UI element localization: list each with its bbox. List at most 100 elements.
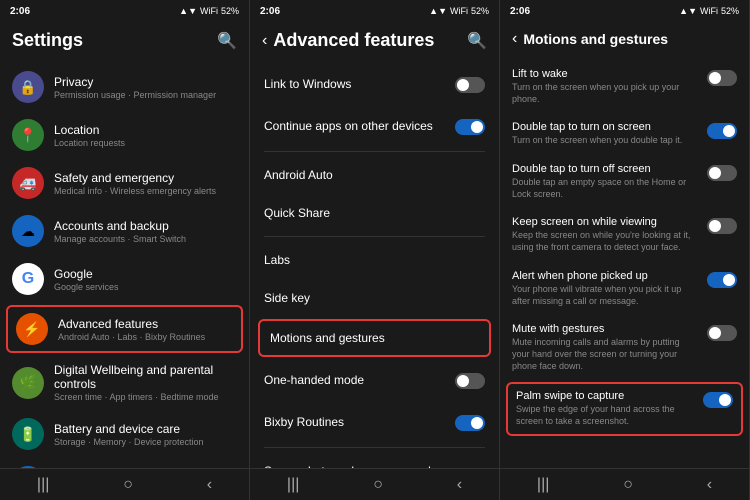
adv-item-side-key[interactable]: Side key [250,279,499,317]
accounts-icon: ☁ [12,215,44,247]
double-tap-on-toggle[interactable] [707,123,737,139]
adv-item-continue-apps[interactable]: Continue apps on other devices [250,105,499,147]
safety-subtitle: Medical info · Wireless emergency alerts [54,186,237,196]
advanced-list: Link to Windows Continue apps on other d… [250,59,499,468]
adv-item-one-handed[interactable]: One-handed mode [250,359,499,401]
double-tap-on-title: Double tap to turn on screen [512,121,699,133]
settings-panel: 2:06 ▲▼ WiFi 52% Settings 🔍 🔒 Privacy Pe… [0,0,250,500]
wifi-icon-3: WiFi [700,6,718,16]
keep-screen-toggle[interactable] [707,218,737,234]
alert-pickup-toggle[interactable] [707,272,737,288]
gesture-double-tap-off[interactable]: Double tap to turn off screen Double tap… [500,155,749,208]
privacy-title: Privacy [54,75,237,89]
settings-item-google[interactable]: G Google Google services [0,255,249,303]
nav-recent-3[interactable]: ||| [537,476,549,494]
settings-item-privacy[interactable]: 🔒 Privacy Permission usage · Permission … [0,63,249,111]
settings-top-bar: Settings 🔍 [0,22,249,59]
battery-subtitle: Storage · Memory · Device protection [54,437,237,447]
gesture-double-tap-on[interactable]: Double tap to turn on screen Turn on the… [500,113,749,155]
palm-swipe-desc: Swipe the edge of your hand across the s… [516,404,695,427]
nav-bar-3: ||| ○ ‹ [500,468,749,500]
alert-pickup-title: Alert when phone picked up [512,270,699,282]
nav-recent-2[interactable]: ||| [287,476,299,494]
nav-bar-1: ||| ○ ‹ [0,468,249,500]
keep-screen-title: Keep screen on while viewing [512,216,699,228]
nav-recent-1[interactable]: ||| [37,476,49,494]
back-button-2[interactable]: ‹ [262,32,267,50]
advanced-title-header: Advanced features [273,30,434,51]
android-auto-label: Android Auto [264,168,333,182]
wellbeing-title: Digital Wellbeing and parental controls [54,363,237,391]
location-icon: 📍 [12,119,44,151]
nav-home-1[interactable]: ○ [123,476,133,494]
link-windows-toggle[interactable] [455,77,485,93]
double-tap-on-desc: Turn on the screen when you double tap i… [512,135,699,147]
double-tap-off-title: Double tap to turn off screen [512,163,699,175]
search-icon-2[interactable]: 🔍 [467,31,487,51]
adv-item-link-windows[interactable]: Link to Windows [250,63,499,105]
bixby-toggle[interactable] [455,415,485,431]
privacy-subtitle: Permission usage · Permission manager [54,90,237,100]
time-2: 2:06 [260,6,280,17]
battery-text: Battery and device care Storage · Memory… [54,422,237,447]
safety-icon: 🚑 [12,167,44,199]
google-subtitle: Google services [54,282,237,292]
settings-item-safety[interactable]: 🚑 Safety and emergency Medical info · Wi… [0,159,249,207]
bixby-label: Bixby Routines [264,415,344,429]
continue-apps-label: Continue apps on other devices [264,119,433,133]
adv-item-screenshots[interactable]: Screenshots and screen recorder [250,452,499,468]
palm-swipe-title: Palm swipe to capture [516,390,695,402]
lift-wake-desc: Turn on the screen when you pick up your… [512,82,699,105]
search-icon[interactable]: 🔍 [217,31,237,51]
wifi-icon-1: WiFi [200,6,218,16]
motions-screen: ‹ Motions and gestures Lift to wake Turn… [500,22,749,500]
one-handed-toggle[interactable] [455,373,485,389]
status-icons-3: ▲▼ WiFi 52% [679,6,739,16]
palm-swipe-text: Palm swipe to capture Swipe the edge of … [516,390,695,427]
settings-item-accounts[interactable]: ☁ Accounts and backup Manage accounts · … [0,207,249,255]
divider-3 [264,447,485,448]
mute-text: Mute with gestures Mute incoming calls a… [512,323,699,372]
location-title: Location [54,123,237,137]
adv-item-labs[interactable]: Labs [250,241,499,279]
battery-icon-1: 52% [221,6,239,16]
adv-item-android-auto[interactable]: Android Auto [250,156,499,194]
settings-item-apps[interactable]: 📱 Apps Default apps · App settings [0,458,249,468]
double-tap-off-desc: Double tap an empty space on the Home or… [512,177,699,200]
nav-back-btn-2[interactable]: ‹ [457,476,462,494]
advanced-top-bar: ‹ Advanced features 🔍 [250,22,499,59]
palm-swipe-toggle[interactable] [703,392,733,408]
divider-1 [264,151,485,152]
side-key-label: Side key [264,291,310,305]
gesture-alert-pickup[interactable]: Alert when phone picked up Your phone wi… [500,262,749,315]
nav-home-3[interactable]: ○ [623,476,633,494]
settings-title: Settings [12,30,83,51]
adv-item-motions[interactable]: Motions and gestures [258,319,491,357]
nav-back-1[interactable]: ‹ [207,476,212,494]
double-tap-off-toggle[interactable] [707,165,737,181]
settings-item-wellbeing[interactable]: 🌿 Digital Wellbeing and parental control… [0,355,249,410]
continue-apps-toggle[interactable] [455,119,485,135]
gesture-mute[interactable]: Mute with gestures Mute incoming calls a… [500,315,749,380]
nav-home-2[interactable]: ○ [373,476,383,494]
back-button-3[interactable]: ‹ [512,30,517,48]
nav-back-btn-3[interactable]: ‹ [707,476,712,494]
lift-wake-toggle[interactable] [707,70,737,86]
motions-title-header: Motions and gestures [523,31,668,47]
keep-screen-text: Keep screen on while viewing Keep the sc… [512,216,699,253]
settings-item-advanced[interactable]: ⚡ Advanced features Android Auto · Labs … [6,305,243,353]
gesture-lift-wake[interactable]: Lift to wake Turn on the screen when you… [500,60,749,113]
mute-toggle[interactable] [707,325,737,341]
settings-item-location[interactable]: 📍 Location Location requests [0,111,249,159]
settings-item-battery[interactable]: 🔋 Battery and device care Storage · Memo… [0,410,249,458]
double-tap-off-text: Double tap to turn off screen Double tap… [512,163,699,200]
advanced-text: Advanced features Android Auto · Labs · … [58,317,233,342]
gesture-keep-screen[interactable]: Keep screen on while viewing Keep the sc… [500,208,749,261]
battery-icon-2: 52% [471,6,489,16]
adv-item-bixby[interactable]: Bixby Routines [250,401,499,443]
lift-wake-text: Lift to wake Turn on the screen when you… [512,68,699,105]
advanced-icon: ⚡ [16,313,48,345]
gesture-palm-swipe[interactable]: Palm swipe to capture Swipe the edge of … [506,382,743,435]
adv-item-quick-share[interactable]: Quick Share [250,194,499,232]
mute-title: Mute with gestures [512,323,699,335]
